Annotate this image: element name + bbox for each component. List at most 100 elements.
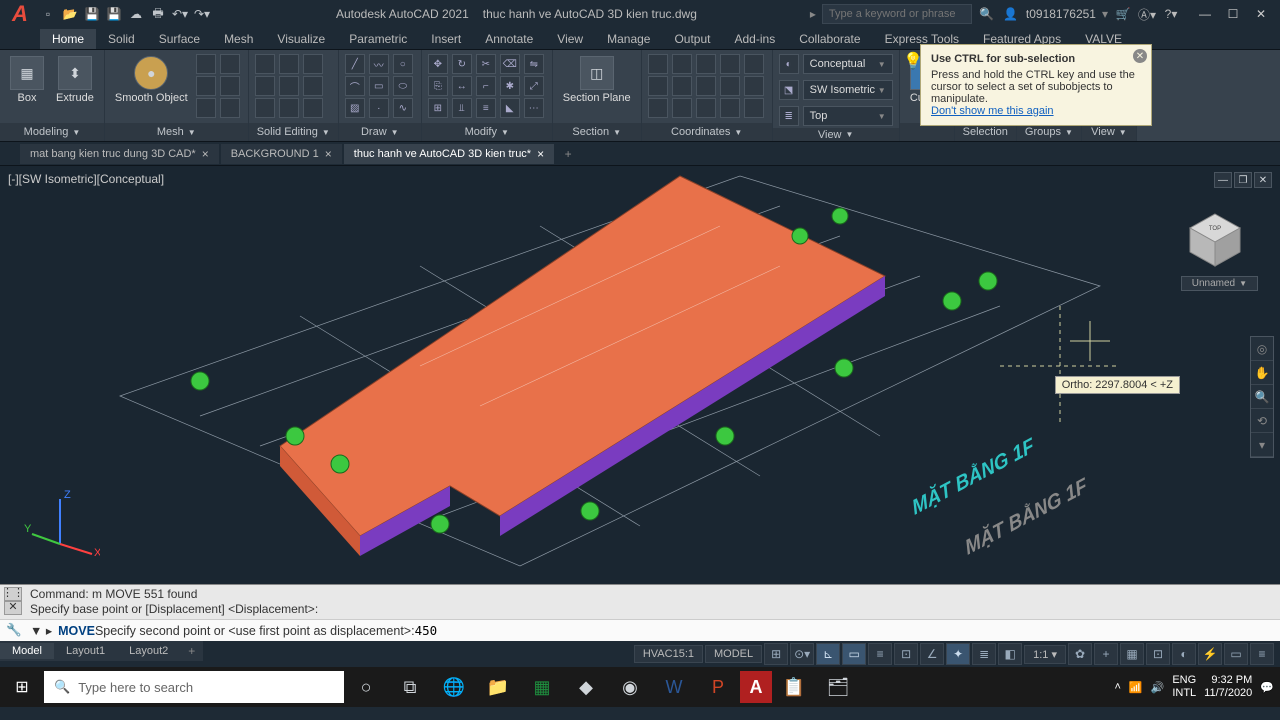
tab-annotate[interactable]: Annotate xyxy=(473,29,545,49)
tab-output[interactable]: Output xyxy=(662,29,722,49)
tab-close-icon[interactable]: × xyxy=(325,147,332,161)
rotate-icon[interactable]: ↻ xyxy=(452,54,472,74)
smooth-object-button[interactable]: ●Smooth Object xyxy=(111,54,192,106)
sb-icon[interactable]: ▦ xyxy=(1120,643,1144,665)
array-icon[interactable]: ⊞ xyxy=(428,98,448,118)
ucs-icon[interactable] xyxy=(696,76,716,96)
cmd-close-icon[interactable]: ✕ xyxy=(4,601,22,615)
ucs-icon[interactable] xyxy=(648,76,668,96)
view-layer-dropdown[interactable]: Top▼ xyxy=(803,106,893,126)
app-icon[interactable]: ◆ xyxy=(564,667,608,707)
align-icon[interactable]: ≡ xyxy=(476,98,496,118)
app-icon[interactable]: 🗂 xyxy=(816,667,860,707)
ucs-icon[interactable] xyxy=(720,98,740,118)
tray-clock[interactable]: 9:32 PM11/7/2020 xyxy=(1204,674,1252,699)
scale-icon[interactable]: ⤢ xyxy=(524,76,544,96)
close-icon[interactable]: ✕ xyxy=(1248,3,1274,25)
tab-surface[interactable]: Surface xyxy=(147,29,212,49)
minimize-icon[interactable]: — xyxy=(1192,3,1218,25)
visual-style-icon[interactable]: ◐ xyxy=(779,54,799,74)
word-icon[interactable]: W xyxy=(652,667,696,707)
ucs-icon[interactable] xyxy=(672,76,692,96)
hatch-icon[interactable]: ▨ xyxy=(345,98,365,118)
maximize-icon[interactable]: ☐ xyxy=(1220,3,1246,25)
nav-wheel-icon[interactable]: ◎ xyxy=(1251,337,1273,361)
tray-network-icon[interactable]: 📶 xyxy=(1129,681,1143,694)
explorer-icon[interactable]: 📁 xyxy=(476,667,520,707)
apps-icon[interactable]: Ⓐ▾ xyxy=(1138,5,1156,23)
layout-tab-model[interactable]: Model xyxy=(0,643,54,659)
mirror-icon[interactable]: ⇋ xyxy=(524,54,544,74)
copy-icon[interactable]: ⎘ xyxy=(428,76,448,96)
qat-saveas-icon[interactable]: 💾 xyxy=(104,4,124,24)
nav-pan-icon[interactable]: ✋ xyxy=(1251,361,1273,385)
qat-save-icon[interactable]: 💾 xyxy=(82,4,102,24)
ortho-toggle-icon[interactable]: ⊾ xyxy=(816,643,840,665)
box-button[interactable]: ▦Box xyxy=(6,54,48,106)
cmd-options-icon[interactable]: ⋮⋮ xyxy=(4,587,22,601)
tab-collaborate[interactable]: Collaborate xyxy=(787,29,872,49)
visual-style-dropdown[interactable]: Conceptual▼ xyxy=(803,54,893,74)
qat-redo-icon[interactable]: ↷▾ xyxy=(192,4,212,24)
qat-new-icon[interactable]: ▫ xyxy=(38,4,58,24)
erase-icon[interactable]: ⌫ xyxy=(500,54,520,74)
extrude-button[interactable]: ⬍Extrude xyxy=(52,54,98,106)
qat-plot-icon[interactable]: 🖶 xyxy=(148,4,168,24)
tray-chevron-icon[interactable]: ˄ xyxy=(1114,681,1120,693)
ucs-icon[interactable] xyxy=(672,54,692,74)
circle-icon[interactable]: ○ xyxy=(393,54,413,74)
solid-edit-icon[interactable] xyxy=(279,98,299,118)
solid-edit-icon[interactable] xyxy=(255,98,275,118)
ellipse-icon[interactable]: ⬭ xyxy=(393,76,413,96)
solid-edit-icon[interactable] xyxy=(303,54,323,74)
polyline-icon[interactable]: 〰 xyxy=(369,54,389,74)
layout-add-icon[interactable]: + xyxy=(180,642,203,660)
grid-toggle-icon[interactable]: ⊞ xyxy=(764,643,788,665)
help-search-input[interactable] xyxy=(822,4,972,24)
tab-mesh[interactable]: Mesh xyxy=(212,29,265,49)
ucs-icon[interactable] xyxy=(696,54,716,74)
tab-solid[interactable]: Solid xyxy=(96,29,147,49)
rect-icon[interactable]: ▭ xyxy=(369,76,389,96)
isolate-icon[interactable]: ◐ xyxy=(1172,643,1196,665)
ucs-icon[interactable] xyxy=(720,76,740,96)
arc-icon[interactable]: ⌒ xyxy=(345,76,365,96)
autocad-logo[interactable]: A xyxy=(6,0,34,28)
viewcube[interactable]: TOP xyxy=(1180,206,1250,276)
layout-tab[interactable]: Layout1 xyxy=(54,643,117,659)
excel-icon[interactable]: ▦ xyxy=(520,667,564,707)
qat-undo-icon[interactable]: ↶▾ xyxy=(170,4,190,24)
nav-orbit-icon[interactable]: ⟲ xyxy=(1251,409,1273,433)
ucs-icon[interactable] xyxy=(720,54,740,74)
line-icon[interactable]: ╱ xyxy=(345,54,365,74)
cortana-icon[interactable]: ○ xyxy=(344,667,388,707)
view-layer-icon[interactable]: ≣ xyxy=(779,106,799,126)
explode-icon[interactable]: ✱ xyxy=(500,76,520,96)
solid-edit-icon[interactable] xyxy=(303,76,323,96)
spline-icon[interactable]: ∿ xyxy=(393,98,413,118)
customize-icon[interactable]: ≡ xyxy=(1250,643,1274,665)
edge-icon[interactable]: 🌐 xyxy=(432,667,476,707)
viewcube-label[interactable]: Unnamed ▼ xyxy=(1181,276,1258,291)
move-icon[interactable]: ✥ xyxy=(428,54,448,74)
mesh-tool-icon[interactable] xyxy=(196,76,216,96)
chamfer-icon[interactable]: ◣ xyxy=(500,98,520,118)
point-icon[interactable]: · xyxy=(369,98,389,118)
ucs-icon[interactable] xyxy=(648,98,668,118)
tab-insert[interactable]: Insert xyxy=(419,29,473,49)
chrome-icon[interactable]: ◉ xyxy=(608,667,652,707)
hint-close-icon[interactable]: ✕ xyxy=(1133,49,1147,63)
ucs-icon[interactable] xyxy=(696,98,716,118)
autocad-icon[interactable]: A xyxy=(740,671,772,703)
user-icon[interactable]: 👤 xyxy=(1002,5,1020,23)
file-tab[interactable]: thuc hanh ve AutoCAD 3D kien truc*× xyxy=(344,144,554,164)
tab-parametric[interactable]: Parametric xyxy=(337,29,419,49)
scale-field[interactable]: 1:1 ▾ xyxy=(1024,645,1066,664)
solid-edit-icon[interactable] xyxy=(279,54,299,74)
sb-icon[interactable]: ⊡ xyxy=(1146,643,1170,665)
view-dir-dropdown[interactable]: SW Isometric▼ xyxy=(803,80,893,100)
solid-edit-icon[interactable] xyxy=(279,76,299,96)
taskbar-search[interactable]: 🔍 Type here to search xyxy=(44,671,344,703)
solid-edit-icon[interactable] xyxy=(255,76,275,96)
anno-scale-field[interactable]: HVAC15:1 xyxy=(634,645,703,663)
